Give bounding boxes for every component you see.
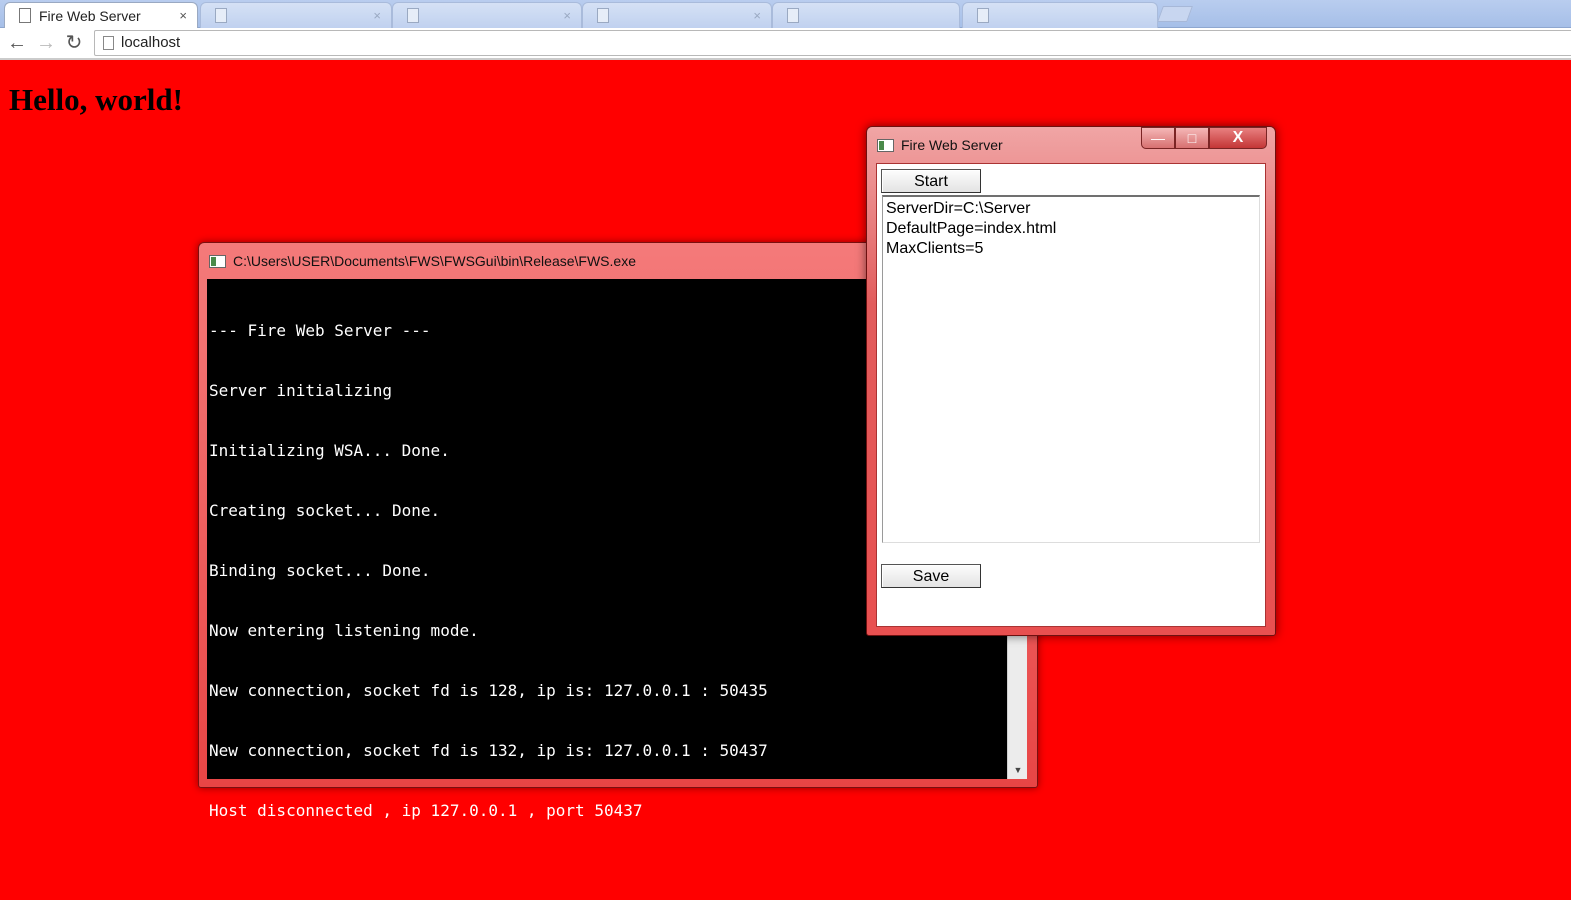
console-line: New connection, socket fd is 128, ip is:… [209,681,768,700]
fire-web-server-window: Fire Web Server — □ X Start ServerDir=C:… [866,126,1276,636]
new-tab-button[interactable] [1157,6,1193,22]
browser-tab-strip: Fire Web Server × × × × [0,0,1571,28]
console-line: Initializing WSA... Done. [209,441,450,460]
page-icon [407,8,419,23]
window-title: Fire Web Server [901,137,1003,153]
tab-title: Fire Web Server [39,8,141,24]
scroll-down-arrow-icon[interactable]: ▼ [1008,765,1028,775]
save-button[interactable]: Save [881,564,981,588]
console-line: --- Fire Web Server --- [209,321,431,340]
page-icon [977,8,989,23]
window-client-area: Start ServerDir=C:\Server DefaultPage=in… [876,163,1266,627]
background-tab[interactable] [962,2,1158,28]
page-icon [103,36,114,50]
config-line: ServerDir=C:\Server [886,200,1031,217]
config-textarea[interactable]: ServerDir=C:\Server DefaultPage=index.ht… [882,195,1260,543]
close-button[interactable]: X [1209,127,1267,149]
forward-arrow-icon[interactable]: → [34,32,58,56]
background-tab[interactable]: × [582,2,772,28]
console-line: New connection, socket fd is 132, ip is:… [209,741,768,760]
back-arrow-icon[interactable]: ← [5,32,29,56]
page-icon [787,8,799,23]
start-button[interactable]: Start [881,169,981,193]
background-tab[interactable] [772,2,960,28]
reload-icon[interactable]: ↻ [62,32,86,56]
config-line: MaxClients=5 [886,240,984,257]
background-tab[interactable]: × [200,2,392,28]
address-bar-url: localhost [121,34,181,51]
tab-close-icon[interactable]: × [753,8,761,23]
page-heading: Hello, world! [9,82,183,117]
console-lines: --- Fire Web Server --- Server initializ… [209,281,768,861]
minimize-button[interactable]: — [1141,127,1175,149]
console-line: Binding socket... Done. [209,561,431,580]
console-line: Host disconnected , ip 127.0.0.1 , port … [209,801,643,820]
config-line: DefaultPage=index.html [886,220,1057,237]
page-icon [19,8,31,23]
console-line: Creating socket... Done. [209,501,441,520]
console-app-icon [209,255,226,268]
app-icon [877,139,894,152]
console-line: Server initializing [209,381,393,400]
console-line: Now entering listening mode. [209,621,479,640]
background-tab[interactable]: × [392,2,582,28]
tab-close-icon[interactable]: × [563,8,571,23]
browser-toolbar: ← → ↻ localhost [0,28,1571,60]
maximize-button[interactable]: □ [1175,127,1209,149]
tab-close-icon[interactable]: × [373,8,381,23]
tab-close-icon[interactable]: × [179,8,187,23]
page-icon [215,8,227,23]
page-icon [597,8,609,23]
tab-fire-web-server[interactable]: Fire Web Server × [4,2,198,28]
console-window-title: C:\Users\USER\Documents\FWS\FWSGui\bin\R… [233,253,636,269]
address-bar[interactable]: localhost [94,30,1571,56]
